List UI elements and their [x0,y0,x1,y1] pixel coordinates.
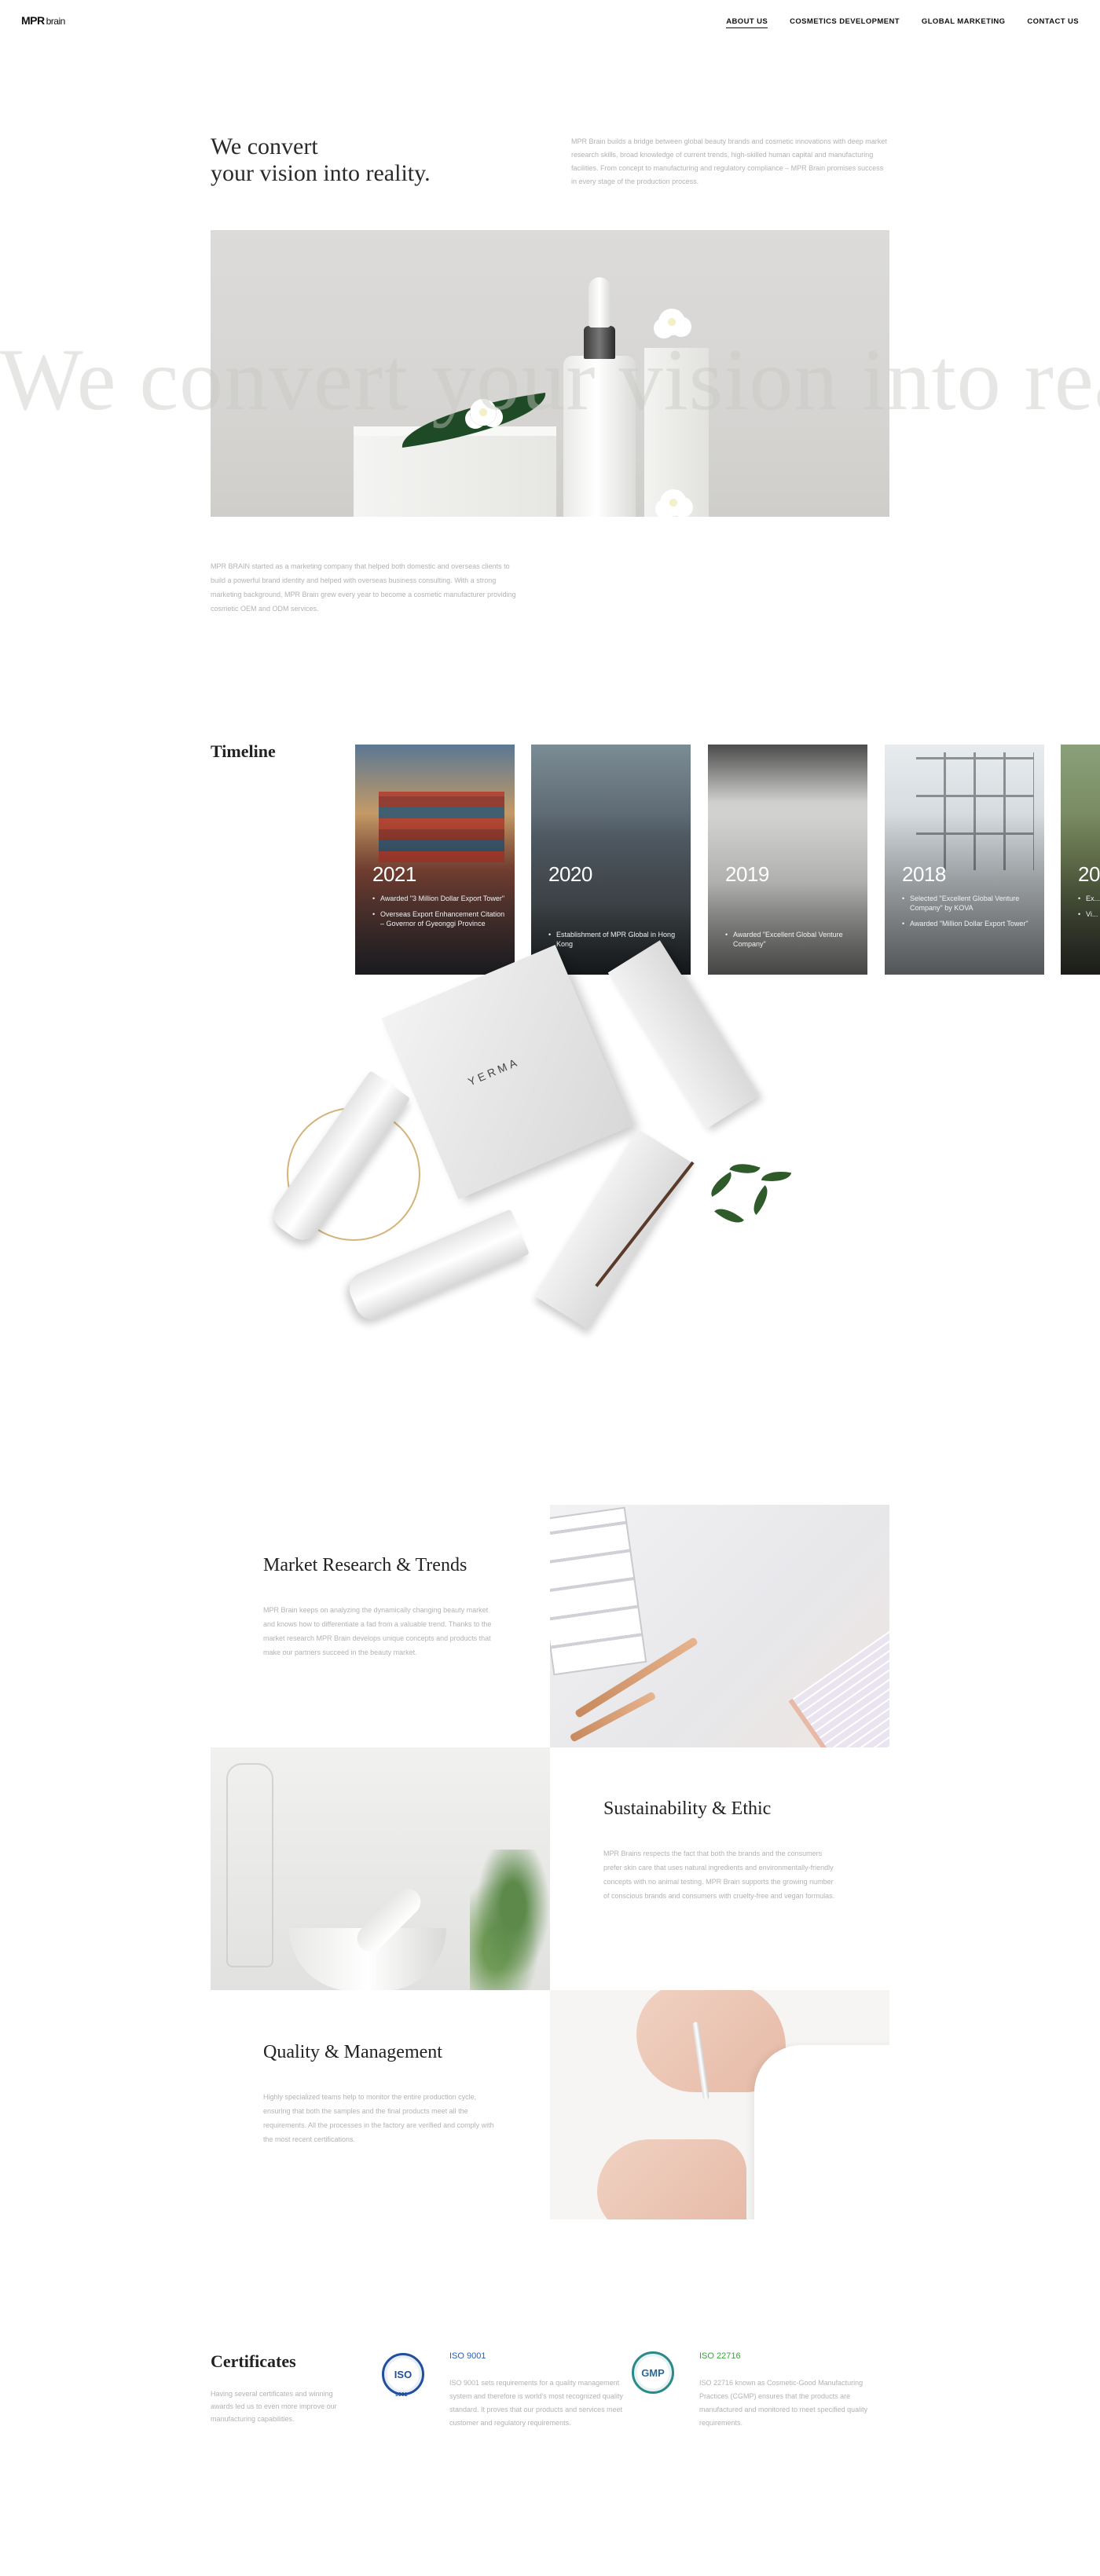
main-nav: ABOUT US COSMETICS DEVELOPMENT GLOBAL MA… [726,17,1079,28]
certificates-title: Certificates [211,2351,296,2371]
nav-about-us[interactable]: ABOUT US [726,17,768,28]
hero-title-line1: We convert [211,134,318,159]
about-paragraph: MPR BRAIN started as a marketing company… [211,562,516,613]
timeline-card-2021[interactable]: 2021 Awarded "3 Million Dollar Export To… [355,745,515,975]
hero-description: MPR Brain builds a bridge between global… [571,137,887,185]
timeline-card-2019[interactable]: 2019 Awarded "Excellent Global Venture C… [708,745,867,975]
desk-flatlay-image [550,1505,889,1747]
nav-cosmetics-development[interactable]: COSMETICS DEVELOPMENT [790,17,900,28]
timeline-item: Overseas Export Enhancement Citation – G… [372,909,506,928]
feature-description: MPR Brain keeps on analyzing the dynamic… [263,1606,492,1656]
certificate-text-iso9001: ISO 9001 sets requirements for a quality… [449,2379,623,2427]
timeline-item: Awarded "Excellent Global Venture Compan… [725,930,859,949]
feature-market-research: Market Research & Trends MPR Brain keeps… [263,1555,499,1659]
certificates-description: Having several certificates and winning … [211,2390,337,2423]
timeline-item: Vi... [1078,909,1100,919]
timeline-item: Awarded "Million Dollar Export Tower" [902,919,1036,928]
timeline-year: 2019 [725,862,769,886]
certificate-name-iso22716: ISO 22716 [699,2351,741,2361]
timeline-item: Awarded "3 Million Dollar Export Tower" [372,894,506,903]
feature-description: Highly specialized teams help to monitor… [263,2093,494,2143]
timeline-card-2020[interactable]: 2020 Establishment of MPR Global in Hong… [531,745,691,975]
gmp-logo-icon: GMP [632,2351,674,2394]
lab-mortar-image [211,1747,550,1990]
hero-title-line2: your vision into reality. [211,160,431,186]
feature-description: MPR Brains respects the fact that both t… [603,1850,835,1900]
feature-sustainability: Sustainability & Ethic MPR Brains respec… [603,1798,839,1903]
product-brand: YERMA [466,1055,522,1089]
iso-logo-icon: ISO [382,2353,424,2395]
feature-title: Quality & Management [263,2042,442,2062]
feature-quality: Quality & Management Highly specialized … [263,2042,499,2146]
feature-title: Market Research & Trends [263,1555,468,1575]
nav-global-marketing[interactable]: GLOBAL MARKETING [922,17,1006,28]
timeline-card-partial[interactable]: 20 Ex... Vi... [1061,745,1100,975]
iso-logo-sub: 9001 [395,2392,408,2398]
hero-title: We convert your vision into reality. [211,134,431,187]
timeline-item: Selected "Excellent Global Venture Compa… [902,894,1036,913]
hands-dropper-image [550,1990,889,2219]
nav-contact-us[interactable]: CONTACT US [1027,17,1079,28]
hero-ghost-text: We convert your vision into reality. [0,331,1100,429]
logo-text: MPR [21,14,45,27]
timeline-card-2018[interactable]: 2018 Selected "Excellent Global Venture … [885,745,1044,975]
site-logo[interactable]: MPR brain [21,14,65,27]
timeline-title: Timeline [211,741,276,761]
certificate-text-iso22716: ISO 22716 known as Cosmetic-Good Manufac… [699,2379,868,2427]
certificate-name-iso9001: ISO 9001 [449,2351,486,2361]
timeline-year: 20 [1078,862,1100,886]
logo-suffix: brain [46,16,66,27]
feature-title: Sustainability & Ethic [603,1798,772,1819]
timeline-year: 2020 [548,862,592,886]
product-showcase-image: YERMA [266,940,849,1382]
timeline-year: 2021 [372,862,416,886]
timeline-item: Ex... [1078,894,1100,903]
timeline-year: 2018 [902,862,946,886]
